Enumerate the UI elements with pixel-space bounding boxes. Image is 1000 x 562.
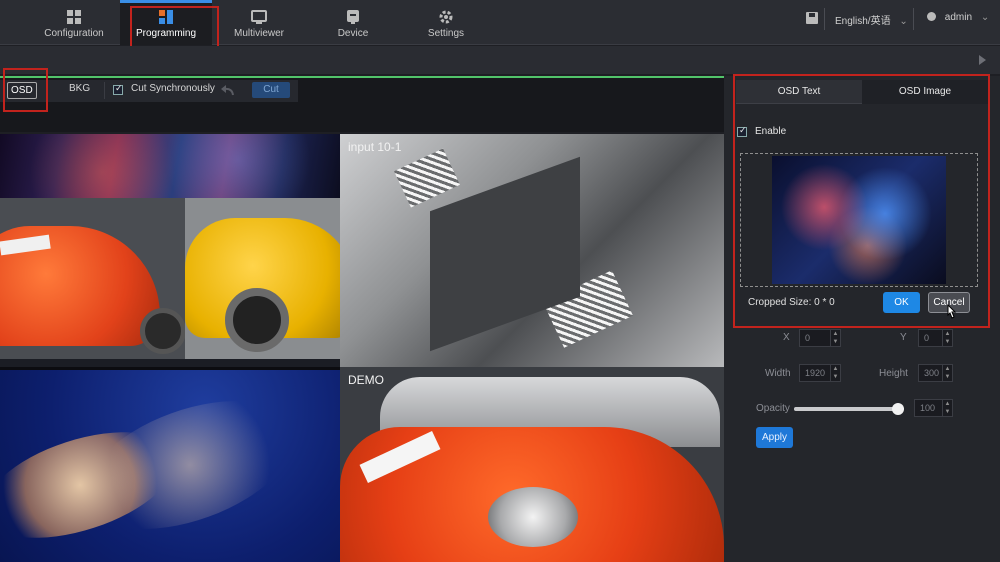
x-stepper[interactable]: ▲ ▼ xyxy=(830,330,840,346)
x-field[interactable]: 0 ▲ ▼ xyxy=(799,329,841,347)
preview-canvas[interactable]: input 10-1 DEMO xyxy=(0,134,724,562)
nav-multiviewer-label: Multiviewer xyxy=(233,28,284,39)
highlight-box-osd-image xyxy=(733,74,990,328)
width-field[interactable]: 1920 ▲ ▼ xyxy=(799,364,841,382)
nav-configuration[interactable]: Configuration xyxy=(42,0,106,45)
undo-icon[interactable] xyxy=(220,84,234,96)
chevron-down-icon: ⌄ xyxy=(980,12,990,23)
osd-settings-panel: OSD Text OSD Image Enable Cropped Size: … xyxy=(724,74,1000,562)
window-label-input: input 10-1 xyxy=(348,140,402,154)
width-stepper[interactable]: ▲ ▼ xyxy=(830,365,840,381)
opacity-label: Opacity xyxy=(756,403,790,414)
nav-settings-label: Settings xyxy=(427,28,465,39)
jellyfish-tentacles xyxy=(67,375,313,555)
y-field[interactable]: 0 ▲ ▼ xyxy=(918,329,953,347)
apply-button[interactable]: Apply xyxy=(756,427,793,448)
nav-device-label: Device xyxy=(337,28,369,39)
nav-multiviewer[interactable]: Multiviewer xyxy=(226,0,292,45)
width-label: Width xyxy=(765,368,791,379)
ceiling-light xyxy=(394,148,460,208)
opacity-slider-fill xyxy=(794,407,904,411)
language-label: English/英语 xyxy=(835,16,891,27)
y-stepper[interactable]: ▲ ▼ xyxy=(942,330,952,346)
car-wheel xyxy=(140,308,185,354)
x-value: 0 xyxy=(805,333,811,343)
monitor-icon xyxy=(251,10,267,24)
highlight-box-programming xyxy=(130,6,219,50)
car-wheel xyxy=(225,288,289,352)
top-nav: Configuration Programming Multiviewer De… xyxy=(0,0,1000,50)
height-field[interactable]: 300 ▲ ▼ xyxy=(918,364,953,382)
cut-button[interactable]: Cut xyxy=(252,82,290,98)
grid-icon xyxy=(67,10,81,24)
car-headlight xyxy=(488,487,578,547)
red-car-window[interactable] xyxy=(0,198,185,359)
height-label: Height xyxy=(879,368,908,379)
chevron-down-icon: ⌄ xyxy=(899,16,908,27)
play-icon[interactable] xyxy=(979,55,986,65)
app-window: Configuration Programming Multiviewer De… xyxy=(0,0,1000,562)
user-icon xyxy=(927,12,936,21)
bkg-button[interactable]: BKG xyxy=(69,83,90,94)
opacity-stepper[interactable]: ▲ ▼ xyxy=(942,400,952,416)
y-label: Y xyxy=(900,332,907,343)
opacity-slider-thumb[interactable] xyxy=(892,403,904,415)
window-label-demo: DEMO xyxy=(348,373,384,387)
toolbar-divider xyxy=(104,82,105,99)
nav-divider xyxy=(824,8,825,30)
highlight-box-osd xyxy=(3,68,48,112)
nav-device[interactable]: Device xyxy=(326,0,380,45)
device-icon xyxy=(347,10,359,24)
yellow-car-window[interactable] xyxy=(185,198,340,359)
opacity-value: 100 xyxy=(920,403,936,413)
opacity-field[interactable]: 100 ▲ ▼ xyxy=(914,399,953,417)
height-value: 300 xyxy=(924,368,940,378)
nav-divider xyxy=(913,8,914,30)
nebula-glow xyxy=(0,134,340,198)
user-name: admin xyxy=(944,12,973,23)
height-stepper[interactable]: ▲ ▼ xyxy=(942,365,952,381)
nav-configuration-label: Configuration xyxy=(44,28,104,39)
user-menu[interactable]: admin ⌄ xyxy=(927,12,989,23)
jellyfish-window[interactable] xyxy=(0,370,340,562)
programming-toolbar: OSD BKG Cut Synchronously Cut xyxy=(0,76,724,132)
demo-window[interactable]: DEMO xyxy=(340,367,724,562)
window-taskbar xyxy=(0,359,340,367)
nav-settings[interactable]: Settings xyxy=(420,0,472,45)
save-icon[interactable] xyxy=(806,12,818,24)
sub-bar xyxy=(0,46,1000,74)
language-selector[interactable]: English/英语 ⌄ xyxy=(835,12,908,27)
input-10-1-window[interactable]: input 10-1 xyxy=(340,134,724,367)
x-label: X xyxy=(783,332,790,343)
gear-icon xyxy=(439,10,453,24)
nebula-strip-window[interactable] xyxy=(0,134,340,198)
opacity-slider[interactable] xyxy=(794,403,904,415)
cut-sync-label: Cut Synchronously xyxy=(131,83,215,94)
width-value: 1920 xyxy=(805,368,826,378)
y-value: 0 xyxy=(924,333,930,343)
cut-sync-checkbox[interactable] xyxy=(113,83,123,95)
